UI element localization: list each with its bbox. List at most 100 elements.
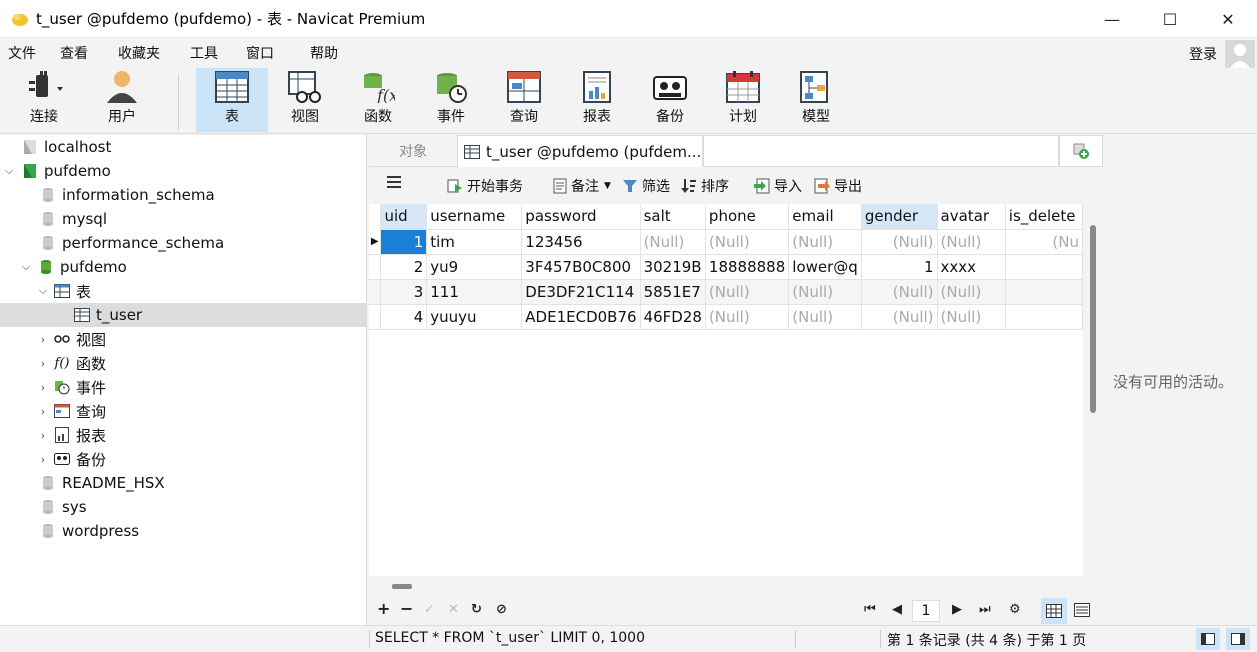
tree-item-information-schema[interactable]: information_schema	[0, 183, 366, 207]
cell-password[interactable]: 3F457B0C800	[521, 254, 641, 280]
toolbar-model-button[interactable]: 模型	[780, 68, 852, 132]
cell-phone[interactable]: (Null)	[705, 229, 790, 255]
cell-salt[interactable]: 30219B	[640, 254, 706, 280]
user-avatar[interactable]	[1225, 40, 1255, 70]
cell-avatar[interactable]: (Null)	[937, 279, 1006, 305]
tree-item-wordpress[interactable]: wordpress	[0, 519, 366, 543]
first-page-icon[interactable]: ⏮	[864, 602, 876, 617]
toolbar-table-button[interactable]: 表	[196, 68, 268, 132]
begin-transaction-button[interactable]: 开始事务	[447, 176, 523, 196]
chevron-down-icon[interactable]: ⌵	[2, 164, 16, 178]
cell-email[interactable]: lower@q	[788, 254, 862, 280]
cell-gender[interactable]: 1	[861, 254, 938, 280]
delete-record-icon[interactable]: −	[400, 599, 413, 618]
table-row[interactable]: 4 yuuyu ADE1ECD0B76 46FD28 (Null) (Null)…	[369, 304, 1084, 330]
chevron-right-icon[interactable]: ›	[36, 405, 50, 418]
cell-username[interactable]: yu9	[426, 254, 523, 280]
export-button[interactable]: 导出	[814, 176, 862, 196]
cell-is-delete[interactable]	[1005, 254, 1084, 280]
form-view-icon[interactable]	[1074, 603, 1090, 621]
stop-icon[interactable]: ⊘	[496, 602, 507, 617]
horizontal-scrollbar[interactable]	[392, 584, 412, 589]
toolbar-report-button[interactable]: 报表	[561, 68, 633, 132]
cell-email[interactable]: (Null)	[788, 229, 862, 255]
chevron-down-icon[interactable]: ⌵	[19, 260, 33, 274]
chevron-right-icon[interactable]: ›	[36, 357, 50, 370]
add-record-icon[interactable]: +	[377, 599, 390, 618]
cell-uid[interactable]: 3	[380, 279, 428, 305]
cell-salt[interactable]: (Null)	[640, 229, 706, 255]
cell-uid[interactable]: 2	[380, 254, 428, 280]
toolbar-function-button[interactable]: f(x) 函数	[342, 68, 414, 132]
layout-right-panel-button[interactable]	[1226, 628, 1250, 650]
toolbar-view-button[interactable]: 视图	[269, 68, 341, 132]
tree-item-performance-schema[interactable]: performance_schema	[0, 231, 366, 255]
tree-item-mysql[interactable]: mysql	[0, 207, 366, 231]
cell-gender[interactable]: (Null)	[861, 229, 938, 255]
column-header-password[interactable]: password	[521, 204, 641, 230]
cell-is-delete[interactable]	[1005, 304, 1084, 330]
cell-is-delete[interactable]	[1005, 279, 1084, 305]
tree-item-pufdemo-connection[interactable]: ⌵ pufdemo	[0, 159, 366, 183]
cell-gender[interactable]: (Null)	[861, 304, 938, 330]
close-button[interactable]: ✕	[1199, 0, 1257, 38]
vertical-scrollbar[interactable]	[1090, 225, 1096, 413]
chevron-down-icon[interactable]: ⌵	[36, 284, 50, 298]
table-row[interactable]: 3 111 DE3DF21C114 5851E7 (Null) (Null) (…	[369, 279, 1084, 305]
cell-email[interactable]: (Null)	[788, 279, 862, 305]
cell-username[interactable]: tim	[426, 229, 523, 255]
tree-item-backups[interactable]: › 备份	[0, 447, 366, 471]
cell-username[interactable]: yuuyu	[426, 304, 523, 330]
discard-changes-icon[interactable]: ✕	[448, 602, 459, 617]
toolbar-user-button[interactable]: 用户	[86, 68, 158, 132]
import-button[interactable]: 导入	[754, 176, 802, 196]
tree-item-t-user[interactable]: t_user	[0, 303, 366, 327]
column-header-gender[interactable]: gender	[861, 204, 938, 230]
cell-password[interactable]: 123456	[521, 229, 641, 255]
tree-item-tables[interactable]: ⌵ 表	[0, 279, 366, 303]
last-page-icon[interactable]: ⏭	[979, 602, 991, 617]
page-number-field[interactable]: 1	[912, 600, 940, 622]
previous-page-icon[interactable]: ◀	[892, 602, 902, 617]
column-header-is-delete[interactable]: is_delete	[1005, 204, 1084, 230]
tree-item-pufdemo-database[interactable]: ⌵ pufdemo	[0, 255, 366, 279]
tree-item-events[interactable]: › 事件	[0, 375, 366, 399]
tree-item-localhost[interactable]: localhost	[0, 135, 366, 159]
cell-avatar[interactable]: (Null)	[937, 304, 1006, 330]
toolbar-event-button[interactable]: 事件	[415, 68, 487, 132]
cell-phone[interactable]: (Null)	[705, 304, 790, 330]
toolbar-backup-button[interactable]: 备份	[634, 68, 706, 132]
grid-view-icon[interactable]	[1041, 598, 1067, 624]
menu-favorites[interactable]: 收藏夹	[118, 43, 160, 63]
tab-t-user[interactable]: t_user @pufdemo (pufdem...	[457, 135, 703, 167]
column-header-uid[interactable]: uid	[380, 204, 428, 230]
table-row[interactable]: 2 yu9 3F457B0C800 30219B 18888888 lower@…	[369, 254, 1084, 280]
cell-phone[interactable]: 18888888	[705, 254, 790, 280]
tab-objects[interactable]: 对象	[369, 135, 457, 167]
tree-item-functions[interactable]: › f() 函数	[0, 351, 366, 375]
chevron-right-icon[interactable]: ›	[36, 429, 50, 442]
hamburger-menu-button[interactable]	[387, 176, 405, 188]
apply-changes-icon[interactable]: ✓	[424, 602, 435, 617]
menu-window[interactable]: 窗口	[246, 43, 274, 63]
cell-password[interactable]: DE3DF21C114	[521, 279, 641, 305]
menu-help[interactable]: 帮助	[310, 43, 338, 63]
column-header-username[interactable]: username	[426, 204, 523, 230]
tree-item-queries[interactable]: › 查询	[0, 399, 366, 423]
cell-phone[interactable]: (Null)	[705, 279, 790, 305]
column-header-email[interactable]: email	[788, 204, 862, 230]
cell-uid[interactable]: 4	[380, 304, 428, 330]
login-link[interactable]: 登录	[1189, 44, 1217, 64]
column-header-avatar[interactable]: avatar	[937, 204, 1006, 230]
chevron-right-icon[interactable]: ›	[36, 333, 50, 346]
cell-salt[interactable]: 5851E7	[640, 279, 706, 305]
layout-left-panel-button[interactable]	[1196, 628, 1220, 650]
tree-item-views[interactable]: › 视图	[0, 327, 366, 351]
new-tab-button[interactable]	[1059, 135, 1103, 167]
refresh-icon[interactable]: ↻	[471, 602, 482, 617]
menu-view[interactable]: 查看	[60, 43, 88, 63]
toolbar-query-button[interactable]: 查询	[488, 68, 560, 132]
menu-tools[interactable]: 工具	[190, 43, 218, 63]
next-page-icon[interactable]: ▶	[952, 602, 962, 617]
sort-button[interactable]: 排序	[681, 176, 729, 196]
